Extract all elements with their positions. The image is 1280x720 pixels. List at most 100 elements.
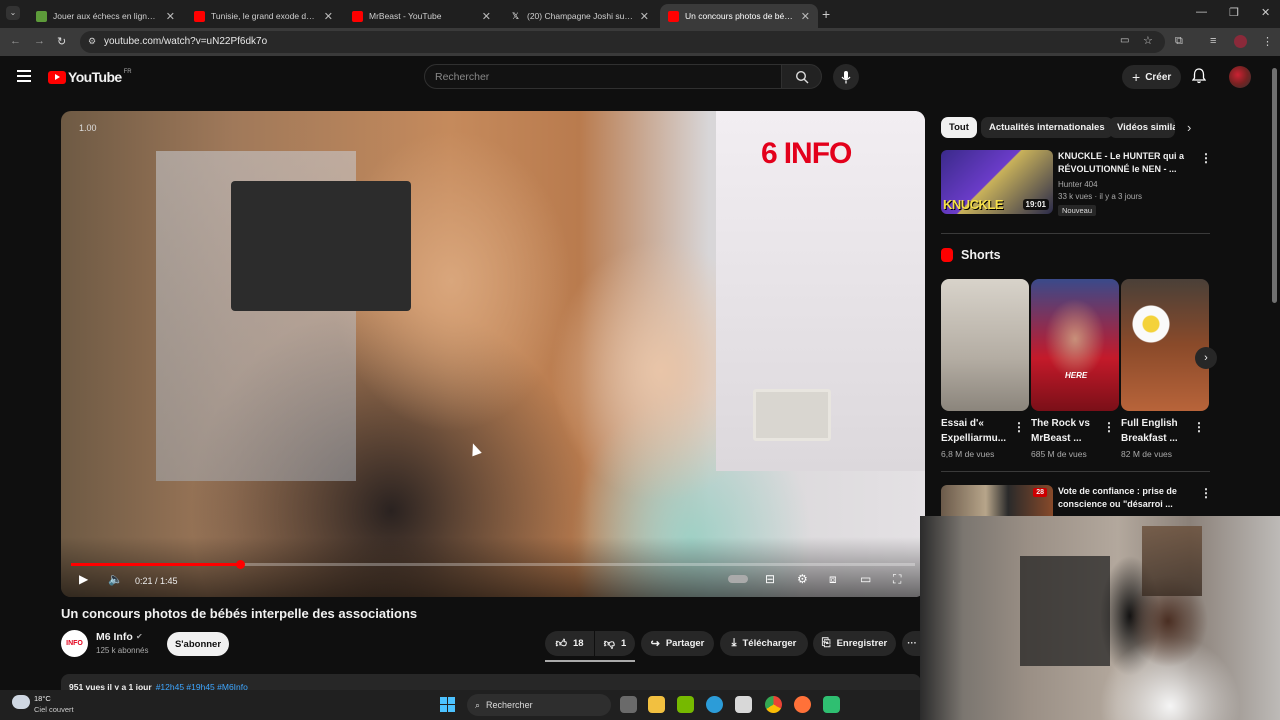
download-button[interactable]: ⤓ Télécharger bbox=[720, 631, 808, 656]
task-view-icon[interactable] bbox=[620, 696, 637, 713]
bookmark-star-icon[interactable]: ☆ bbox=[1143, 34, 1153, 47]
extensions-icon[interactable]: ⧉ bbox=[1175, 35, 1183, 48]
short-thumbnail-breakfast[interactable] bbox=[1121, 279, 1209, 411]
page-scrollbar[interactable] bbox=[1272, 68, 1277, 303]
tab-search-button[interactable]: ⌄ bbox=[6, 6, 20, 20]
chip-similar-videos[interactable]: Vidéos simila bbox=[1109, 117, 1175, 138]
close-tab-icon[interactable]: ✕ bbox=[482, 10, 491, 23]
video-options-icon[interactable]: ⋮ bbox=[1200, 151, 1212, 165]
store-icon[interactable] bbox=[735, 696, 752, 713]
short-title-line1[interactable]: Full English bbox=[1121, 416, 1193, 431]
short-title-line1[interactable]: Essai d'« bbox=[941, 416, 1013, 431]
profile-icon[interactable] bbox=[1234, 35, 1247, 48]
like-button[interactable]: 👍︎ 18 bbox=[545, 631, 594, 656]
progress-bar[interactable] bbox=[71, 560, 915, 569]
share-button[interactable]: ↪ Partager bbox=[641, 631, 714, 656]
search-input[interactable] bbox=[425, 65, 781, 88]
search-button[interactable] bbox=[781, 64, 822, 89]
maximize-icon[interactable]: ❐ bbox=[1229, 6, 1239, 19]
fullscreen-icon[interactable]: ⛶ bbox=[893, 572, 901, 587]
short-title-line1[interactable]: The Rock vs bbox=[1031, 416, 1103, 431]
miniplayer-icon[interactable]: ⧈ bbox=[829, 572, 837, 587]
close-tab-icon[interactable]: ✕ bbox=[324, 10, 333, 23]
short-thumbnail-the-rock[interactable]: HERE bbox=[1031, 279, 1119, 411]
save-button[interactable]: ⎘ Enregistrer bbox=[813, 631, 896, 656]
chip-all[interactable]: Tout bbox=[941, 117, 977, 138]
window-close-icon[interactable]: ✕ bbox=[1261, 6, 1270, 19]
windows-start-icon[interactable] bbox=[440, 697, 455, 712]
volume-icon[interactable]: 🔈 bbox=[108, 572, 123, 586]
autoplay-toggle-icon[interactable] bbox=[728, 575, 748, 583]
short-title-line2[interactable]: Breakfast ... bbox=[1121, 431, 1193, 446]
short-options-icon[interactable]: ⋮ bbox=[1013, 420, 1025, 434]
chrome-icon[interactable] bbox=[765, 696, 782, 713]
dislike-button[interactable]: 👎︎ 1 bbox=[595, 631, 635, 656]
short-options-icon[interactable]: ⋮ bbox=[1193, 420, 1205, 434]
playback-speed-label: 1.00 bbox=[79, 123, 97, 133]
search-box[interactable] bbox=[424, 64, 782, 89]
video-options-icon[interactable]: ⋮ bbox=[1200, 486, 1212, 500]
edge-icon[interactable] bbox=[706, 696, 723, 713]
more-actions-button[interactable]: ··· bbox=[902, 631, 922, 656]
short-title-line2[interactable]: Expelliarmu... bbox=[941, 431, 1013, 446]
recommended-video-channel[interactable]: Hunter 404 bbox=[1058, 180, 1098, 189]
menu-icon[interactable] bbox=[17, 70, 31, 82]
browser-menu-icon[interactable]: ⋮ bbox=[1262, 35, 1273, 48]
forward-icon[interactable]: → bbox=[34, 35, 45, 47]
url-text: youtube.com/watch?v=uN22Pf6dk7o bbox=[104, 36, 268, 47]
recommended-video-title-line1[interactable]: KNUCKLE - Le HUNTER qui a bbox=[1058, 150, 1184, 163]
time-display: 0:21 / 1:45 bbox=[135, 576, 178, 586]
firefox-icon[interactable] bbox=[794, 696, 811, 713]
shorts-heading: Shorts bbox=[941, 248, 1001, 262]
nvidia-icon[interactable] bbox=[677, 696, 694, 713]
notifications-bell-icon[interactable] bbox=[1192, 68, 1206, 84]
short-title-line2[interactable]: MrBeast ... bbox=[1031, 431, 1103, 446]
play-icon[interactable]: ▶ bbox=[79, 572, 88, 586]
recommended-video-title-line2[interactable]: conscience ou "désarroi ... bbox=[1058, 498, 1173, 511]
browser-tab-x[interactable]: 𝕏 (20) Champagne Joshi sur X : "I ✕ bbox=[502, 4, 657, 28]
weather-cloud-icon[interactable] bbox=[12, 695, 30, 709]
chat-app-icon[interactable] bbox=[823, 696, 840, 713]
channel-avatar[interactable]: INFO bbox=[61, 630, 88, 657]
shorts-next-button[interactable]: › bbox=[1195, 347, 1217, 369]
theater-mode-icon[interactable]: ▭ bbox=[860, 572, 871, 586]
new-tab-button[interactable]: + bbox=[822, 6, 830, 22]
minimize-icon[interactable]: — bbox=[1196, 6, 1207, 18]
recommended-video-title-line2[interactable]: RÉVOLUTIONNÉ le NEN - ... bbox=[1058, 163, 1177, 176]
controls-gradient bbox=[61, 537, 925, 597]
close-tab-icon[interactable]: ✕ bbox=[166, 10, 175, 23]
close-tab-icon[interactable]: ✕ bbox=[640, 10, 649, 23]
recommended-video-thumbnail[interactable]: KNUCKLE 19:01 bbox=[941, 150, 1053, 214]
recommended-video-title-line1[interactable]: Vote de confiance : prise de bbox=[1058, 485, 1177, 498]
webcam-poster bbox=[1142, 526, 1202, 596]
channel-name[interactable]: M6 Info bbox=[96, 631, 133, 643]
short-options-icon[interactable]: ⋮ bbox=[1103, 420, 1115, 434]
subtitles-icon[interactable]: ⊟ bbox=[765, 572, 775, 586]
site-info-icon[interactable]: ⚙ bbox=[88, 36, 96, 47]
browser-tab-mrbeast[interactable]: MrBeast - YouTube ✕ bbox=[344, 4, 499, 28]
address-bar[interactable]: ⚙ youtube.com/watch?v=uN22Pf6dk7o ▭ ☆ bbox=[80, 31, 1165, 53]
voice-search-button[interactable] bbox=[833, 64, 859, 90]
taskbar-search[interactable]: ⌕ Rechercher bbox=[467, 694, 611, 716]
browser-tab-current[interactable]: Un concours photos de bébés d ✕ bbox=[660, 4, 818, 28]
file-explorer-icon[interactable] bbox=[648, 696, 665, 713]
back-icon[interactable]: ← bbox=[10, 35, 21, 47]
weather-temperature[interactable]: 18°C bbox=[34, 694, 51, 703]
browser-tab-tunisie[interactable]: Tunisie, le grand exode des mé ✕ bbox=[186, 4, 341, 28]
youtube-logo[interactable]: YouTube FR bbox=[48, 69, 132, 85]
progress-scrubber[interactable] bbox=[235, 560, 245, 569]
close-tab-icon[interactable]: ✕ bbox=[801, 10, 810, 23]
subscribe-button[interactable]: S'abonner bbox=[167, 632, 229, 656]
reading-list-icon[interactable]: ≡ bbox=[1210, 35, 1216, 47]
create-button[interactable]: + Créer bbox=[1122, 65, 1182, 89]
reload-icon[interactable]: ↻ bbox=[57, 35, 66, 48]
cast-icon[interactable]: ▭ bbox=[1120, 35, 1129, 46]
chevron-right-icon[interactable]: › bbox=[1187, 120, 1191, 135]
video-player[interactable]: 1.00 6 INFO ▶ 🔈 0:21 / 1:45 ⊟ ⚙ ⧈ ▭ ⛶ bbox=[61, 111, 925, 597]
browser-tab-chess[interactable]: Jouer aux échecs en ligne contre ✕ bbox=[28, 4, 183, 28]
chip-international-news[interactable]: Actualités internationales bbox=[981, 117, 1113, 138]
short-thumbnail-expelliarmus[interactable] bbox=[941, 279, 1029, 411]
weather-condition[interactable]: Ciel couvert bbox=[34, 705, 74, 714]
settings-gear-icon[interactable]: ⚙ bbox=[797, 572, 808, 586]
account-avatar[interactable] bbox=[1229, 66, 1251, 88]
